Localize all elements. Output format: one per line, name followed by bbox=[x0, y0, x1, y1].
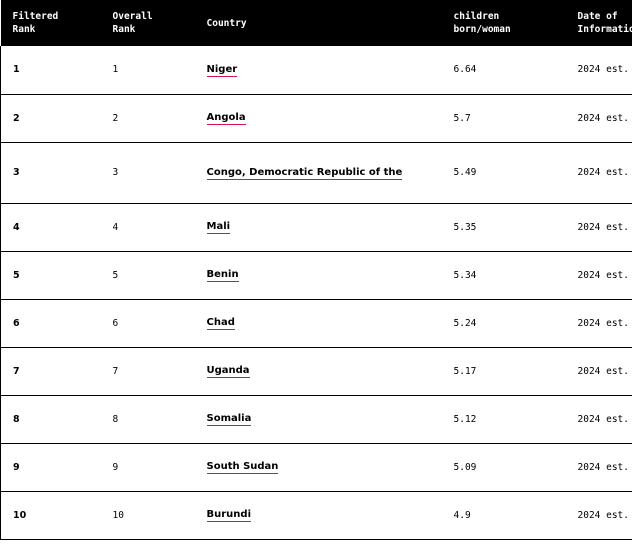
filtered-rank-cell: 3 bbox=[0, 142, 101, 203]
country-link[interactable]: Benin bbox=[206, 269, 239, 282]
date-cell: 2024 est. bbox=[577, 112, 629, 124]
header-country[interactable]: Country bbox=[195, 0, 442, 46]
overall-rank-cell: 4 bbox=[112, 221, 119, 233]
value-cell: 5.24 bbox=[453, 317, 477, 329]
value-cell: 5.17 bbox=[453, 365, 477, 377]
header-filtered-rank[interactable]: Filtered Rank bbox=[1, 0, 101, 46]
country-link[interactable]: Uganda bbox=[206, 365, 250, 378]
country-link[interactable]: South Sudan bbox=[206, 461, 279, 474]
overall-rank-cell: 5 bbox=[112, 269, 119, 281]
filtered-rank-cell: 10 bbox=[0, 491, 101, 539]
value-cell: 5.35 bbox=[453, 221, 477, 233]
country-link[interactable]: Chad bbox=[206, 317, 235, 330]
country-cell: Niger bbox=[195, 46, 442, 94]
filtered-rank-cell: 7 bbox=[0, 347, 101, 395]
country-cell: Mali bbox=[195, 203, 442, 251]
date-cell: 2024 est. bbox=[577, 64, 629, 76]
header-date-label: Date of Information bbox=[577, 11, 633, 35]
country-link[interactable]: Burundi bbox=[206, 509, 251, 522]
value-cell: 5.34 bbox=[453, 269, 477, 281]
table-row: 3 3 Congo, Democratic Republic of the 5.… bbox=[0, 142, 632, 203]
filtered-rank-cell: 4 bbox=[0, 203, 101, 251]
filtered-rank-cell: 9 bbox=[0, 443, 101, 491]
header-value-label: children born/woman bbox=[453, 11, 511, 35]
country-cell: Angola bbox=[195, 94, 442, 142]
filtered-rank-cell: 8 bbox=[0, 395, 101, 443]
header-value[interactable]: children born/woman bbox=[442, 0, 566, 46]
header-filtered-rank-label: Filtered Rank bbox=[12, 11, 59, 35]
header-date[interactable]: Date of Information bbox=[566, 0, 633, 46]
date-cell: 2024 est. bbox=[577, 461, 629, 473]
country-link[interactable]: Angola bbox=[206, 112, 246, 125]
country-link[interactable]: Congo, Democratic Republic of the bbox=[206, 166, 403, 180]
country-link[interactable]: Mali bbox=[206, 221, 231, 234]
value-cell: 4.9 bbox=[453, 509, 471, 521]
table-row: 5 5 Benin 5.34 2024 est. bbox=[0, 251, 632, 299]
country-link[interactable]: Niger bbox=[206, 63, 238, 77]
header-overall-rank-label: Overall Rank bbox=[112, 11, 153, 35]
filtered-rank-cell: 6 bbox=[0, 299, 101, 347]
overall-rank-cell: 6 bbox=[112, 317, 119, 329]
header-country-label: Country bbox=[206, 17, 247, 29]
value-cell: 5.7 bbox=[453, 112, 471, 124]
ranking-table: Filtered Rank Overall Rank Country child… bbox=[0, 0, 633, 540]
filtered-rank-cell: 5 bbox=[0, 251, 101, 299]
country-cell: Chad bbox=[195, 299, 442, 347]
header-row: Filtered Rank Overall Rank Country child… bbox=[0, 0, 633, 46]
overall-rank-cell: 10 bbox=[112, 509, 124, 521]
overall-rank-cell: 2 bbox=[112, 112, 119, 124]
date-cell: 2024 est. bbox=[577, 317, 629, 329]
overall-rank-cell: 7 bbox=[112, 365, 119, 377]
overall-rank-cell: 9 bbox=[112, 461, 119, 473]
date-cell: 2024 est. bbox=[577, 269, 629, 281]
overall-rank-cell: 8 bbox=[112, 413, 119, 425]
country-cell: Benin bbox=[195, 251, 442, 299]
country-link[interactable]: Somalia bbox=[206, 413, 252, 426]
value-cell: 5.12 bbox=[453, 413, 477, 425]
table-row: 10 10 Burundi 4.9 2024 est. bbox=[0, 491, 632, 539]
country-cell: Burundi bbox=[195, 491, 442, 539]
table-body: 1 1 Niger 6.64 2024 est. 2 2 Angola 5.7 … bbox=[0, 46, 632, 539]
table-row: 6 6 Chad 5.24 2024 est. bbox=[0, 299, 632, 347]
table-row: 2 2 Angola 5.7 2024 est. bbox=[0, 94, 632, 142]
table-row: 9 9 South Sudan 5.09 2024 est. bbox=[0, 443, 632, 491]
date-cell: 2024 est. bbox=[577, 167, 629, 178]
filtered-rank-cell: 2 bbox=[0, 94, 101, 142]
country-cell: Somalia bbox=[195, 395, 442, 443]
date-cell: 2024 est. bbox=[577, 365, 629, 377]
country-cell: South Sudan bbox=[195, 443, 442, 491]
value-cell: 5.09 bbox=[453, 461, 477, 473]
filtered-rank-cell: 1 bbox=[0, 46, 101, 94]
header-overall-rank[interactable]: Overall Rank bbox=[101, 0, 195, 46]
date-cell: 2024 est. bbox=[577, 221, 629, 233]
table-row: 7 7 Uganda 5.17 2024 est. bbox=[0, 347, 632, 395]
date-cell: 2024 est. bbox=[577, 509, 629, 521]
overall-rank-cell: 1 bbox=[112, 64, 119, 76]
country-cell: Uganda bbox=[195, 347, 442, 395]
value-cell: 6.64 bbox=[453, 64, 477, 76]
country-cell: Congo, Democratic Republic of the bbox=[195, 142, 442, 203]
value-cell: 5.49 bbox=[453, 167, 477, 178]
table-row: 4 4 Mali 5.35 2024 est. bbox=[0, 203, 632, 251]
table-row: 1 1 Niger 6.64 2024 est. bbox=[0, 46, 632, 94]
overall-rank-cell: 3 bbox=[112, 167, 119, 178]
table-header: Filtered Rank Overall Rank Country child… bbox=[0, 0, 633, 46]
date-cell: 2024 est. bbox=[577, 413, 629, 425]
table-row: 8 8 Somalia 5.12 2024 est. bbox=[0, 395, 632, 443]
